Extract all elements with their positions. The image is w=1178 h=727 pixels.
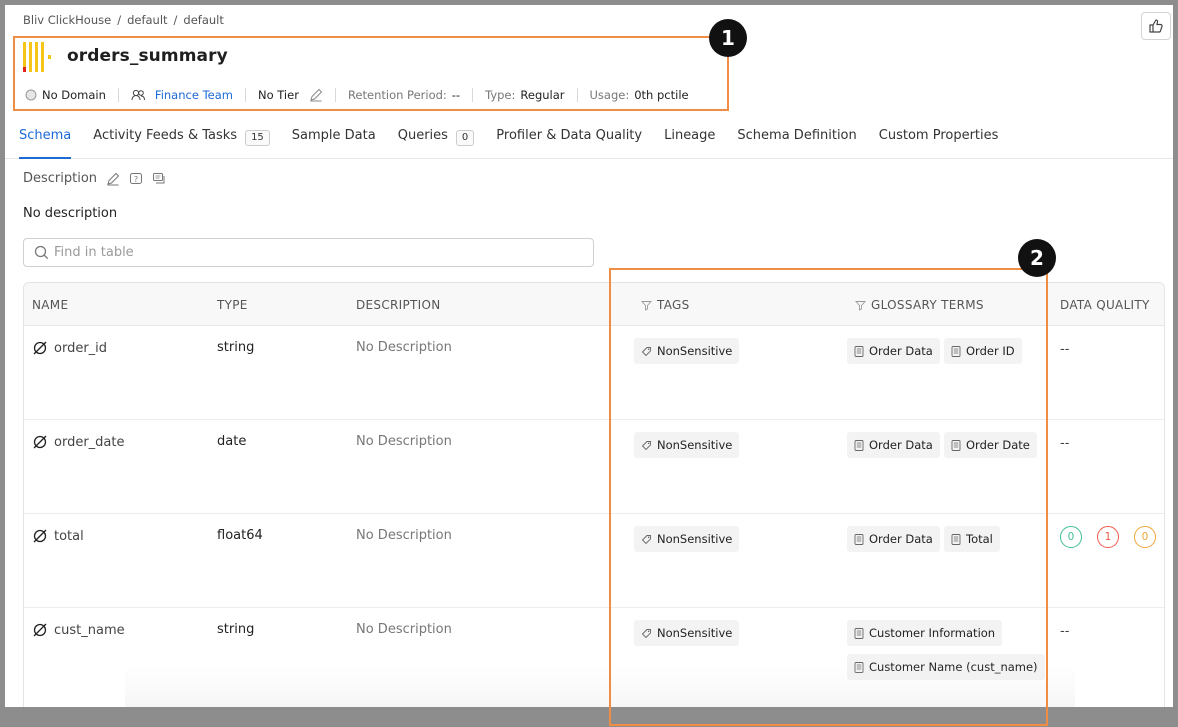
follow-button[interactable] bbox=[1141, 12, 1171, 40]
type-value: Regular bbox=[520, 88, 565, 102]
owner-link[interactable]: Finance Team bbox=[155, 88, 233, 102]
owner-info[interactable]: Finance Team bbox=[131, 88, 233, 102]
callout-badge-1: 1 bbox=[709, 19, 747, 57]
header-data-quality: DATA QUALITY bbox=[1060, 298, 1150, 312]
header-name[interactable]: NAME bbox=[32, 298, 68, 312]
tier-info: No Tier bbox=[258, 88, 323, 102]
column-name-cell: order_date bbox=[32, 434, 124, 450]
column-type: string bbox=[217, 622, 255, 637]
data-quality-summary[interactable]: 0 1 0 bbox=[1060, 526, 1156, 548]
tab-sample-data[interactable]: Sample Data bbox=[292, 122, 376, 159]
domain-info[interactable]: No Domain bbox=[25, 88, 106, 102]
svg-text:?: ? bbox=[134, 175, 138, 184]
column-name-cell: total bbox=[32, 528, 84, 544]
column-type-icon bbox=[33, 529, 47, 543]
breadcrumb: Bliv ClickHouse / default / default bbox=[23, 13, 224, 27]
edit-icon[interactable] bbox=[309, 88, 323, 102]
breadcrumb-schema[interactable]: default bbox=[183, 13, 223, 27]
tab-schema-definition[interactable]: Schema Definition bbox=[737, 122, 856, 159]
search-icon bbox=[34, 245, 49, 260]
breadcrumb-service[interactable]: Bliv ClickHouse bbox=[23, 13, 111, 27]
column-type-icon bbox=[33, 435, 47, 449]
search-input[interactable] bbox=[54, 245, 574, 260]
column-type: string bbox=[217, 340, 255, 355]
tags-glossary-highlight-box bbox=[609, 268, 1048, 726]
column-description[interactable]: No Description bbox=[356, 434, 452, 449]
tier-value: No Tier bbox=[257, 88, 299, 102]
entity-title: orders_summary bbox=[67, 46, 228, 66]
queries-count-badge: 0 bbox=[455, 130, 475, 146]
retention-value: -- bbox=[451, 88, 461, 102]
owner-icon bbox=[131, 89, 145, 101]
column-type-icon bbox=[33, 341, 47, 355]
description-label: Description bbox=[23, 171, 98, 186]
header-description[interactable]: DESCRIPTION bbox=[356, 298, 441, 312]
usage-info: Usage: 0th pctile bbox=[590, 88, 689, 102]
domain-icon bbox=[25, 89, 37, 101]
request-description-icon[interactable]: ? bbox=[129, 172, 143, 186]
type-info: Type: Regular bbox=[485, 88, 564, 102]
column-type: float64 bbox=[217, 528, 263, 543]
data-quality-value: -- bbox=[1060, 624, 1070, 639]
column-type: date bbox=[217, 434, 247, 449]
column-description[interactable]: No Description bbox=[356, 528, 452, 543]
usage-value: 0th pctile bbox=[634, 88, 689, 102]
type-label: Type: bbox=[485, 88, 516, 102]
tab-queries[interactable]: Queries 0 bbox=[398, 122, 475, 159]
breadcrumb-database[interactable]: default bbox=[127, 13, 167, 27]
column-name: order_date bbox=[54, 434, 125, 450]
tab-schema[interactable]: Schema bbox=[19, 122, 72, 159]
description-value: No description bbox=[23, 206, 118, 221]
table-search[interactable] bbox=[23, 238, 594, 267]
entity-tabs: Schema Activity Feeds & Tasks 15 Sample D… bbox=[5, 122, 1173, 159]
entity-meta-row: No Domain Finance Team No Tier Retention… bbox=[25, 87, 689, 103]
header-type[interactable]: TYPE bbox=[217, 298, 248, 312]
callout-badge-2: 2 bbox=[1018, 239, 1056, 277]
column-name-cell: order_id bbox=[32, 340, 107, 356]
column-name-cell: cust_name bbox=[32, 622, 125, 638]
retention-label: Retention Period: bbox=[347, 88, 447, 102]
conversation-icon[interactable] bbox=[152, 172, 166, 186]
column-description[interactable]: No Description bbox=[356, 622, 452, 637]
usage-label: Usage: bbox=[589, 88, 630, 102]
data-quality-value: -- bbox=[1060, 342, 1070, 357]
activity-count-badge: 15 bbox=[245, 130, 270, 146]
edit-icon[interactable] bbox=[106, 172, 120, 186]
column-name: cust_name bbox=[54, 622, 125, 638]
dq-failed-count[interactable]: 1 bbox=[1097, 526, 1119, 548]
column-description[interactable]: No Description bbox=[356, 340, 452, 355]
thumbs-up-icon bbox=[1149, 19, 1163, 33]
column-name: order_id bbox=[54, 340, 108, 356]
clickhouse-logo-icon bbox=[23, 42, 51, 72]
tab-activity-feeds[interactable]: Activity Feeds & Tasks 15 bbox=[93, 122, 270, 159]
dq-success-count[interactable]: 0 bbox=[1060, 526, 1082, 548]
description-header: Description ? bbox=[23, 171, 166, 186]
retention-info: Retention Period: -- bbox=[348, 88, 460, 102]
column-type-icon bbox=[33, 623, 47, 637]
tab-lineage[interactable]: Lineage bbox=[664, 122, 715, 159]
tab-custom-properties[interactable]: Custom Properties bbox=[879, 122, 999, 159]
tab-profiler[interactable]: Profiler & Data Quality bbox=[496, 122, 642, 159]
data-quality-value: -- bbox=[1060, 436, 1070, 451]
domain-value: No Domain bbox=[42, 88, 106, 102]
dq-aborted-count[interactable]: 0 bbox=[1134, 526, 1156, 548]
column-name: total bbox=[54, 528, 84, 544]
